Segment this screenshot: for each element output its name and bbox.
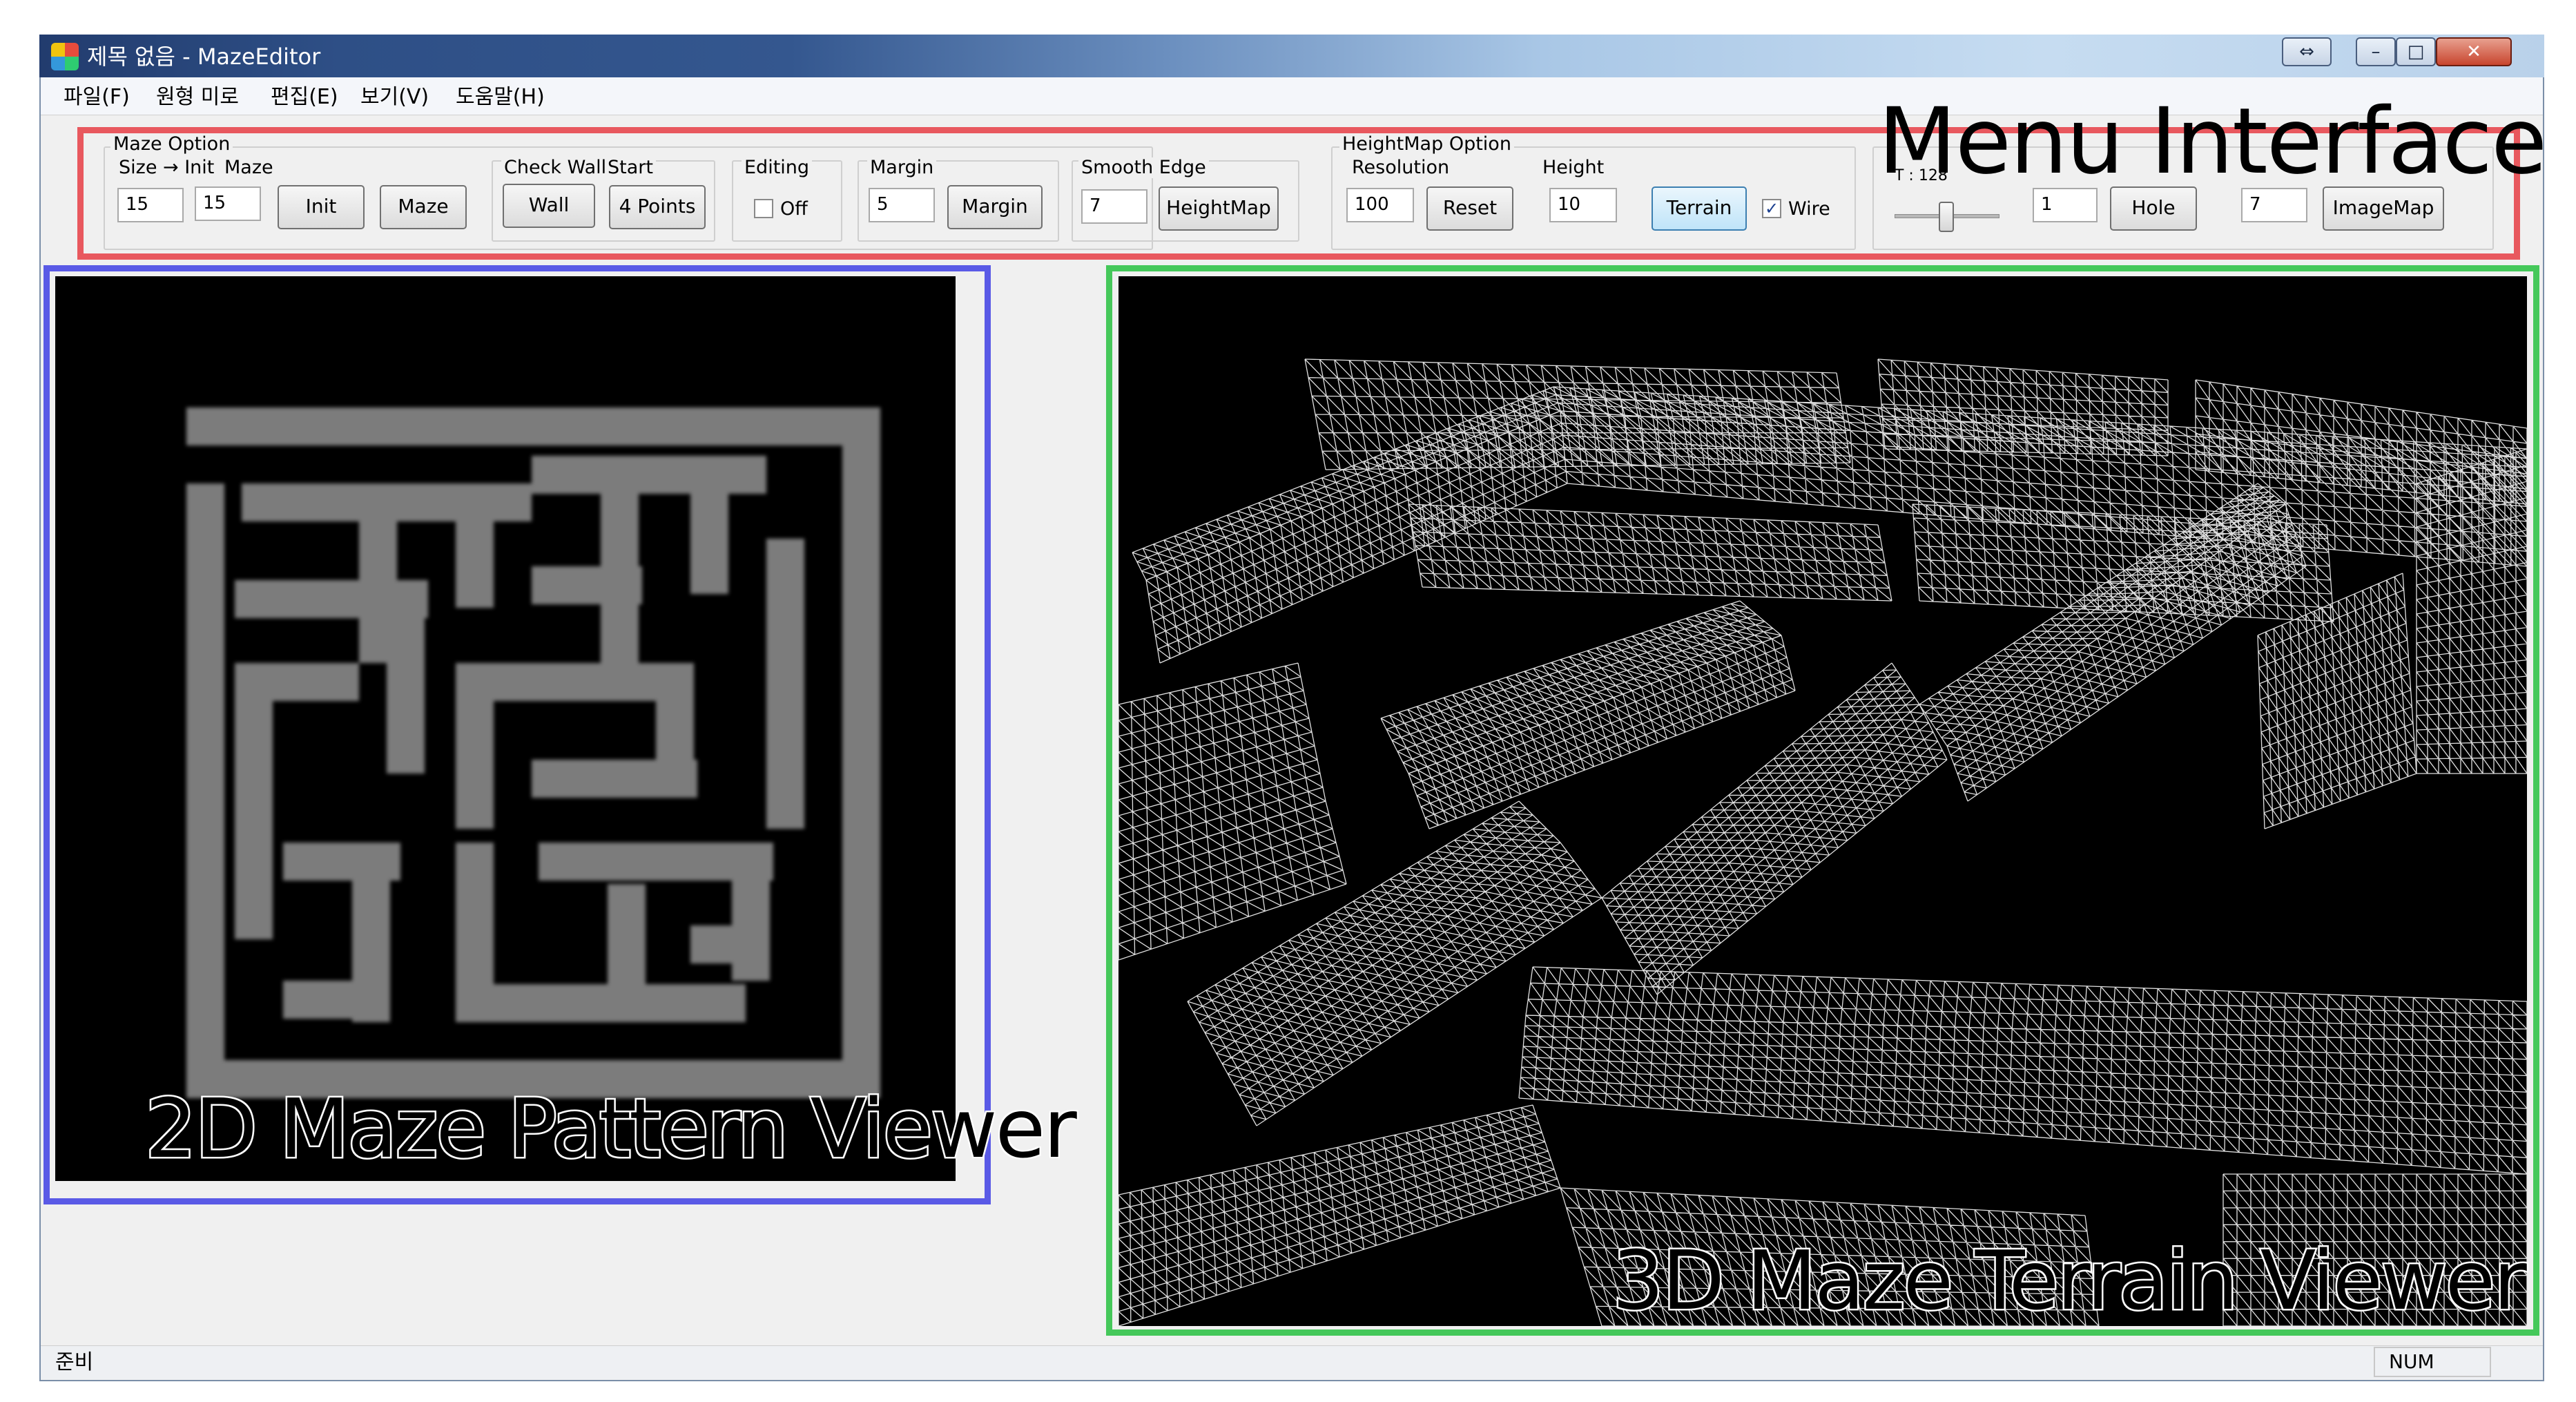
menu-circular-maze[interactable]: 원형 미로 — [156, 86, 239, 109]
status-text: 준비 — [55, 1350, 94, 1374]
menu-edit[interactable]: 편집(E) — [271, 86, 338, 109]
menu-file[interactable]: 파일(F) — [64, 86, 130, 109]
resize-button[interactable]: ⇔ — [2282, 37, 2332, 66]
minimize-button[interactable]: – — [2356, 37, 2396, 66]
menu-interface-label: Menu Interface — [1878, 88, 2547, 195]
viewer-3d-highlight — [1106, 265, 2539, 1336]
viewer-2d-label: 2D Maze Pattern Viewer — [144, 1081, 1079, 1176]
menu-view[interactable]: 보기(V) — [360, 86, 429, 109]
num-lock-indicator: NUM — [2389, 1350, 2434, 1373]
app-icon[interactable] — [51, 43, 79, 70]
close-button[interactable]: ✕ — [2436, 37, 2512, 66]
maximize-button[interactable]: □ — [2396, 37, 2436, 66]
status-bar — [41, 1345, 2543, 1379]
menu-help[interactable]: 도움말(H) — [456, 86, 545, 109]
viewer-3d-label: 3D Maze Terrain Viewer — [1611, 1233, 2529, 1328]
title-bar[interactable] — [39, 35, 2544, 77]
viewer-2d-highlight — [43, 265, 991, 1204]
window-title: 제목 없음 - MazeEditor — [87, 44, 321, 70]
